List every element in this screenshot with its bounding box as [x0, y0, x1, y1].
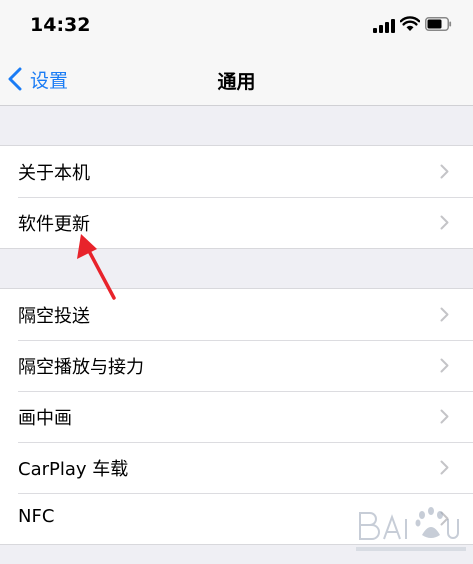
- status-bar: 14:32: [0, 0, 473, 52]
- settings-group-1: 关于本机 软件更新: [0, 145, 473, 249]
- page-title: 通用: [217, 71, 256, 93]
- chevron-right-icon: [440, 307, 449, 322]
- chevron-right-icon: [440, 460, 449, 475]
- row-picture-in-picture[interactable]: 画中画: [0, 391, 473, 442]
- row-label: 隔空播放与接力: [18, 357, 144, 378]
- row-about[interactable]: 关于本机: [0, 146, 473, 197]
- row-airplay-handoff[interactable]: 隔空播放与接力: [0, 340, 473, 391]
- battery-icon: [425, 17, 452, 31]
- row-software-update[interactable]: 软件更新: [0, 197, 473, 248]
- row-label: CarPlay 车载: [18, 459, 129, 480]
- wifi-icon: [400, 16, 420, 31]
- navigation-bar: 设置 通用: [0, 52, 473, 106]
- chevron-right-icon: [440, 409, 449, 424]
- row-label: 软件更新: [18, 214, 90, 235]
- row-label: 画中画: [18, 408, 72, 429]
- signal-icon: [373, 19, 395, 33]
- row-label: 关于本机: [18, 163, 90, 184]
- watermark-logo: [356, 507, 466, 551]
- row-label: NFC: [18, 506, 55, 527]
- chevron-right-icon: [440, 358, 449, 373]
- row-airdrop[interactable]: 隔空投送: [0, 289, 473, 340]
- status-time: 14:32: [30, 14, 91, 36]
- chevron-right-icon: [440, 164, 449, 179]
- row-carplay[interactable]: CarPlay 车载: [0, 442, 473, 493]
- chevron-right-icon: [440, 215, 449, 230]
- row-label: 隔空投送: [18, 306, 90, 327]
